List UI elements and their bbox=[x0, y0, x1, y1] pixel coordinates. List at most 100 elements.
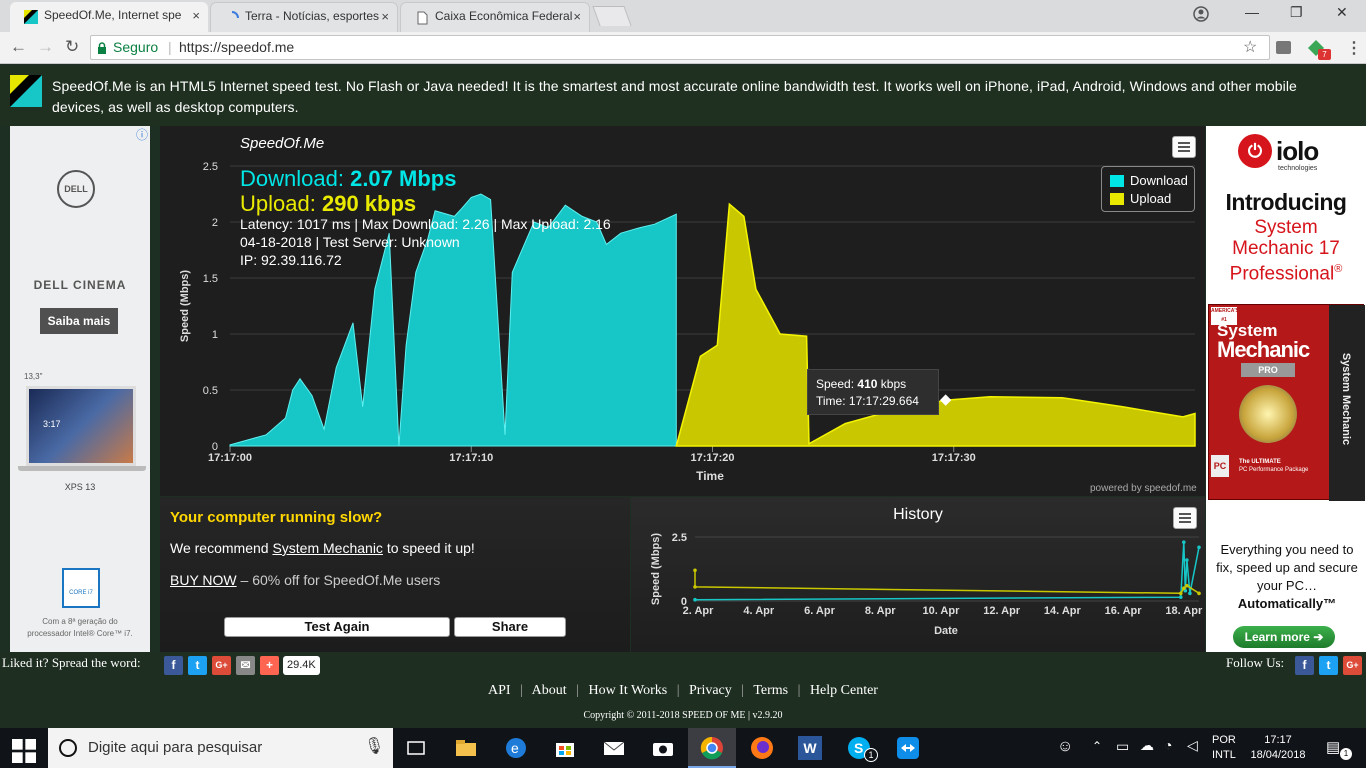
ad-product: System Mechanic 17 Professional® bbox=[1206, 217, 1366, 284]
file-explorer-icon[interactable] bbox=[454, 736, 478, 760]
microphone-icon[interactable]: 🎙 bbox=[364, 736, 384, 756]
intel-core-badge: CORE i7 bbox=[62, 568, 100, 608]
store-icon[interactable] bbox=[553, 736, 577, 760]
keyboard-layout: INTL bbox=[1212, 749, 1236, 761]
footer-link-about[interactable]: About bbox=[532, 683, 567, 698]
close-tab-icon[interactable]: × bbox=[573, 3, 581, 30]
windows-start-icon[interactable] bbox=[12, 739, 36, 763]
menu-bar bbox=[1178, 150, 1190, 152]
test-again-button[interactable]: Test Again bbox=[224, 617, 450, 637]
battery-icon[interactable]: ▭ bbox=[1116, 738, 1129, 755]
history-download-line bbox=[694, 542, 1200, 601]
download-result: Download: 2.07 Mbps bbox=[240, 166, 456, 192]
close-window-button[interactable]: ✕ bbox=[1336, 4, 1348, 21]
people-icon[interactable]: ☺ bbox=[1057, 738, 1073, 756]
reload-icon[interactable]: ↻ bbox=[65, 37, 79, 57]
laptop-screen-time: 3:17 bbox=[43, 419, 61, 429]
footer-link-how-it-works[interactable]: How It Works bbox=[588, 683, 667, 698]
history-menu-button[interactable] bbox=[1173, 507, 1197, 529]
extension-badge: 7 bbox=[1318, 49, 1331, 60]
footer-link-api[interactable]: API bbox=[488, 683, 511, 698]
registered-mark: ® bbox=[1334, 263, 1343, 275]
tab-title: SpeedOf.Me, Internet spe bbox=[44, 8, 182, 22]
footer-link-privacy[interactable]: Privacy bbox=[689, 683, 732, 698]
forward-icon[interactable]: → bbox=[37, 37, 54, 57]
network-icon[interactable]: ◔ bbox=[1164, 737, 1172, 753]
bookmark-star-icon[interactable]: ☆ bbox=[1243, 36, 1257, 59]
facebook-share-icon[interactable]: f bbox=[164, 656, 183, 675]
learn-more-button[interactable]: Learn more ➔ bbox=[1233, 626, 1335, 648]
camera-app-icon[interactable] bbox=[651, 736, 675, 760]
buy-now-link[interactable]: BUY NOW bbox=[170, 572, 237, 588]
footer-separator: | bbox=[576, 683, 579, 698]
legend-download-swatch bbox=[1110, 175, 1124, 187]
footer-link-terms[interactable]: Terms bbox=[753, 683, 788, 698]
maximize-button[interactable]: ❐ bbox=[1290, 4, 1303, 21]
googleplus-follow-icon[interactable]: G+ bbox=[1343, 656, 1362, 675]
onedrive-icon[interactable]: ☁ bbox=[1140, 737, 1154, 754]
footer-link-help-center[interactable]: Help Center bbox=[810, 683, 878, 698]
y-tick-label: 2 bbox=[212, 217, 218, 229]
ad-info-icon[interactable]: ⓘ bbox=[136, 126, 148, 143]
menu-kebab-icon[interactable]: ⋮ bbox=[1346, 38, 1362, 58]
url-text[interactable]: https://speedof.me bbox=[179, 36, 294, 59]
ad-product-line: System bbox=[1254, 217, 1318, 238]
ad-desc-text: Everything you need to fix, speed up and… bbox=[1216, 542, 1358, 593]
action-center-icon[interactable]: ▤ bbox=[1326, 738, 1340, 756]
saiba-mais-button[interactable]: Saiba mais bbox=[40, 308, 118, 334]
iolo-sub: technologies bbox=[1278, 165, 1318, 172]
history-upload-line bbox=[694, 570, 1200, 595]
task-view-icon[interactable] bbox=[404, 736, 428, 760]
language-indicator[interactable]: POR INTL bbox=[1212, 733, 1236, 763]
left-advertisement[interactable]: ⓘ DELL DELL CINEMA Saiba mais 13,3" 3:17… bbox=[10, 126, 150, 652]
word-icon[interactable]: W bbox=[798, 736, 822, 760]
browser-toolbar: ← → ↻ Seguro | https://speedof.me ☆ 7 ⋮ bbox=[0, 32, 1366, 64]
address-bar[interactable]: Seguro | https://speedof.me ☆ bbox=[90, 35, 1270, 60]
volume-icon[interactable]: ◁ bbox=[1187, 737, 1198, 754]
camera-extension-icon[interactable] bbox=[1276, 41, 1291, 54]
footer-separator: | bbox=[520, 683, 523, 698]
profile-icon[interactable] bbox=[1193, 6, 1209, 22]
x-tick-label: 17:17:10 bbox=[449, 452, 493, 464]
tooltip-speed: Speed: 410 kbps bbox=[816, 376, 930, 393]
teamviewer-icon[interactable] bbox=[896, 736, 920, 760]
facebook-follow-icon[interactable]: f bbox=[1295, 656, 1314, 675]
test-stats: Latency: 1017 ms | Max Download: 2.26 | … bbox=[240, 215, 611, 269]
share-button[interactable]: Share bbox=[454, 617, 566, 637]
skype-badge: 1 bbox=[864, 748, 878, 762]
twitter-share-icon[interactable]: t bbox=[188, 656, 207, 675]
new-tab-button[interactable] bbox=[592, 6, 632, 26]
legend-download-label[interactable]: Download bbox=[1130, 173, 1188, 188]
minimize-button[interactable]: — bbox=[1245, 4, 1259, 20]
right-advertisement[interactable]: ⏻ iolo technologies Introducing System M… bbox=[1206, 126, 1366, 652]
promo-text-post: to speed it up! bbox=[386, 540, 475, 556]
spread-label: Liked it? Spread the word: bbox=[2, 655, 141, 670]
tray-chevron-up-icon[interactable]: ⌃ bbox=[1092, 739, 1102, 753]
ad-product-line: Mechanic 17 bbox=[1232, 238, 1340, 259]
chrome-taskbar-active[interactable] bbox=[688, 728, 736, 768]
history-y-tick-label: 2.5 bbox=[672, 532, 687, 544]
edge-browser-icon[interactable]: e bbox=[504, 736, 528, 760]
clock[interactable]: 17:17 18/04/2018 bbox=[1246, 733, 1310, 763]
history-x-tick-label: 14. Apr bbox=[1044, 605, 1082, 617]
legend-upload-label[interactable]: Upload bbox=[1130, 191, 1171, 206]
menu-bar bbox=[1179, 517, 1191, 519]
chart-menu-button[interactable] bbox=[1172, 136, 1196, 158]
email-share-icon[interactable]: ✉ bbox=[236, 656, 255, 675]
mail-icon[interactable] bbox=[602, 736, 626, 760]
more-share-icon[interactable]: + bbox=[260, 656, 279, 675]
lock-icon bbox=[98, 42, 106, 54]
googleplus-share-icon[interactable]: G+ bbox=[212, 656, 231, 675]
tab-caixa[interactable]: Caixa Econômica Federal × bbox=[400, 2, 590, 32]
tab-speedofme[interactable]: SpeedOf.Me, Internet spe × bbox=[10, 2, 208, 32]
taskbar-search-box[interactable]: Digite aqui para pesquisar 🎙 bbox=[48, 728, 393, 768]
box-pro-badge: PRO bbox=[1241, 363, 1295, 377]
twitter-follow-icon[interactable]: t bbox=[1319, 656, 1338, 675]
tab-terra[interactable]: Terra - Notícias, esportes × bbox=[210, 2, 398, 32]
close-tab-icon[interactable]: × bbox=[381, 3, 389, 30]
system-mechanic-link[interactable]: System Mechanic bbox=[272, 540, 382, 556]
firefox-icon[interactable] bbox=[750, 736, 774, 760]
close-tab-icon[interactable]: × bbox=[192, 2, 200, 29]
chart-credit[interactable]: powered by speedof.me bbox=[1090, 483, 1197, 494]
back-icon[interactable]: ← bbox=[10, 37, 27, 57]
